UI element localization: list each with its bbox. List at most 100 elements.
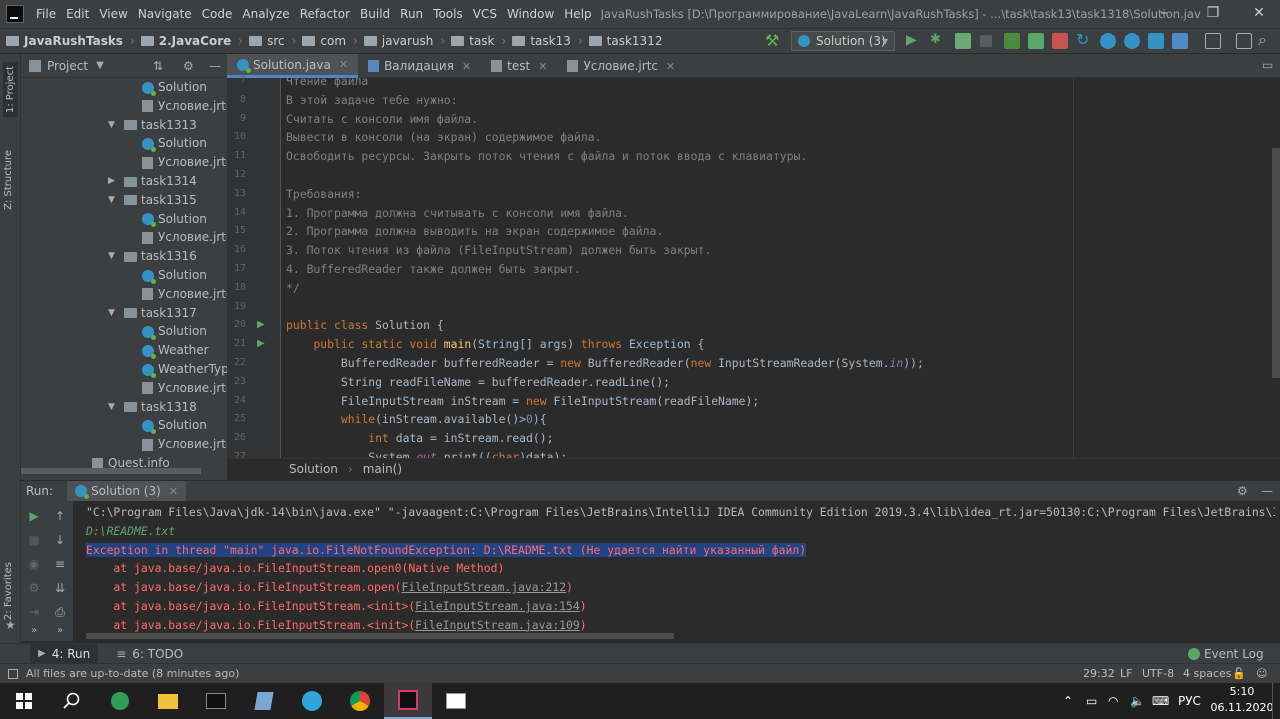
lock-icon[interactable]: 🔓 (1232, 667, 1246, 680)
tree-folder[interactable]: ▼ task1316 (108, 247, 197, 266)
volume-icon[interactable]: 🔈 (1130, 694, 1145, 708)
layout-icon[interactable] (1236, 33, 1252, 49)
tree-item[interactable]: Solution (142, 134, 207, 153)
tool-tab-favorites[interactable]: 2: Favorites (3, 562, 14, 620)
console-scrollbar[interactable] (86, 633, 674, 639)
stacktrace-link[interactable]: FileInputStream.java:109 (415, 618, 580, 632)
tree-item[interactable]: Solution (142, 416, 207, 435)
star-icon[interactable]: ★ (5, 618, 16, 632)
menu-edit[interactable]: Edit (61, 0, 94, 28)
clock-date[interactable]: 06.11.2020 (1210, 701, 1274, 714)
collapse-all-icon[interactable]: ⇅ (153, 59, 163, 73)
toggle-tool-windows-icon[interactable] (8, 668, 18, 679)
info-icon[interactable] (1100, 33, 1116, 49)
chrome-icon[interactable] (336, 683, 384, 719)
crumb-module[interactable]: 2.JavaCore › (135, 34, 243, 48)
chevron-down-icon[interactable]: ▼ (108, 247, 118, 266)
code-editor[interactable]: Чтение файла В этой задаче тебе нужно: Счи… (282, 78, 1272, 458)
gutter-run-icon[interactable]: ▶ (257, 319, 265, 330)
stacktrace-link[interactable]: FileInputStream.java:154 (415, 599, 580, 613)
editor-scrollbar[interactable] (1272, 148, 1280, 378)
project-view-select[interactable]: Project (47, 59, 88, 73)
tool-tab-project[interactable]: 1: Project (3, 62, 18, 118)
breadcrumb-class[interactable]: Solution (289, 462, 338, 476)
checkbox-icon[interactable] (1028, 33, 1044, 49)
battery-icon[interactable]: ▭ (1086, 694, 1097, 708)
camera-icon[interactable]: ◉ (27, 557, 41, 571)
refresh-icon[interactable]: ↻ (1076, 30, 1089, 49)
menu-help[interactable]: Help (559, 0, 596, 28)
horizontal-scrollbar[interactable] (21, 468, 227, 474)
crumb-task[interactable]: task › (445, 34, 506, 48)
menu-file[interactable]: File (31, 0, 61, 28)
caret-position[interactable]: 29:32 (1083, 667, 1115, 680)
file-explorer-icon[interactable] (144, 683, 192, 719)
tree-folder[interactable]: ▼ task1318 (108, 398, 197, 417)
maximize-icon[interactable]: ❐ (1190, 0, 1236, 28)
photos-icon[interactable] (432, 683, 480, 719)
record-icon[interactable] (1052, 33, 1068, 49)
gear-icon[interactable]: ⚙ (183, 59, 194, 73)
print-icon[interactable]: ⎙ (53, 605, 67, 619)
menu-vcs[interactable]: VCS (468, 0, 502, 28)
crumb-javarush[interactable]: javarush › (358, 34, 445, 48)
menu-build[interactable]: Build (355, 0, 395, 28)
crumb-task1312[interactable]: task1312 (583, 34, 662, 48)
scroll-up-icon[interactable]: ↑ (53, 509, 67, 523)
rerun-icon[interactable]: ▶ (27, 509, 41, 523)
intellij-taskbar-icon[interactable] (384, 683, 432, 719)
crumb-src[interactable]: src › (243, 34, 296, 48)
search-icon[interactable]: ⌕ (1258, 30, 1267, 50)
show-desktop-button[interactable] (1272, 683, 1280, 719)
tab-overflow-icon[interactable]: ▭ (1262, 58, 1273, 72)
search-icon[interactable] (48, 683, 96, 719)
close-icon[interactable]: ✕ (169, 485, 178, 498)
chevron-down-icon[interactable]: ▼ (108, 116, 118, 135)
tree-item[interactable]: Weather (142, 341, 209, 360)
tree-folder[interactable]: ▼ task1317 (108, 304, 197, 323)
close-icon[interactable]: ✕ (666, 60, 675, 73)
tab-condition[interactable]: Условие.jrtc ✕ (557, 54, 685, 78)
stop-icon[interactable]: ■ (27, 533, 41, 547)
gear-icon[interactable]: ⚙ (1237, 484, 1248, 498)
terminal-icon[interactable] (192, 683, 240, 719)
run-configuration-select[interactable]: Solution (3) ▾ (791, 31, 895, 51)
minimize-icon[interactable]: – (1141, 0, 1187, 28)
run-icon[interactable]: ▶ (906, 32, 917, 48)
more-icon[interactable]: » (27, 625, 41, 639)
chevron-down-icon[interactable]: ▼ (108, 398, 118, 417)
help-icon[interactable] (1124, 33, 1140, 49)
scroll-to-end-icon[interactable]: ⇊ (53, 581, 67, 595)
settings-icon[interactable] (1172, 33, 1188, 49)
close-icon[interactable]: ✕ (1236, 0, 1280, 28)
tab-validation[interactable]: Валидация ✕ (358, 54, 481, 78)
file-encoding[interactable]: UTF-8 (1142, 667, 1174, 680)
inspector-icon[interactable]: ☺ (1256, 667, 1267, 680)
hide-panel-icon[interactable]: — (1261, 484, 1273, 498)
tab-test[interactable]: test ✕ (481, 54, 557, 78)
list-icon[interactable] (1004, 33, 1020, 49)
scroll-down-icon[interactable]: ↓ (53, 533, 67, 547)
chevron-down-icon[interactable]: ▼ (96, 60, 104, 71)
telegram-icon[interactable] (288, 683, 336, 719)
menu-view[interactable]: View (94, 0, 132, 28)
tree-item[interactable]: Solution (142, 266, 207, 285)
tree-item[interactable]: Solution (142, 322, 207, 341)
windows-start-icon[interactable] (0, 683, 48, 719)
language-indicator[interactable]: РУС (1178, 694, 1201, 708)
line-separator[interactable]: LF (1120, 667, 1132, 680)
tool-tab-run[interactable]: ▶ 4: Run (30, 643, 99, 664)
restore-layout-icon[interactable]: ⚙ (27, 581, 41, 595)
tree-folder[interactable]: ▼ task1313 (108, 116, 197, 135)
exit-icon[interactable]: ⇥ (27, 605, 41, 619)
close-icon[interactable]: ✕ (339, 58, 348, 71)
run-tab[interactable]: Solution (3) ✕ (67, 481, 186, 501)
menu-refactor[interactable]: Refactor (295, 0, 355, 28)
tree-folder[interactable]: ▼ task1315 (108, 191, 197, 210)
more-icon[interactable]: » (53, 625, 67, 639)
menu-run[interactable]: Run (395, 0, 428, 28)
show-hidden-icons-icon[interactable]: ⌃ (1063, 694, 1073, 708)
chevron-right-icon[interactable]: ▶ (108, 172, 118, 191)
chevron-down-icon[interactable]: ▼ (108, 191, 118, 210)
kaspersky-icon[interactable] (96, 683, 144, 719)
